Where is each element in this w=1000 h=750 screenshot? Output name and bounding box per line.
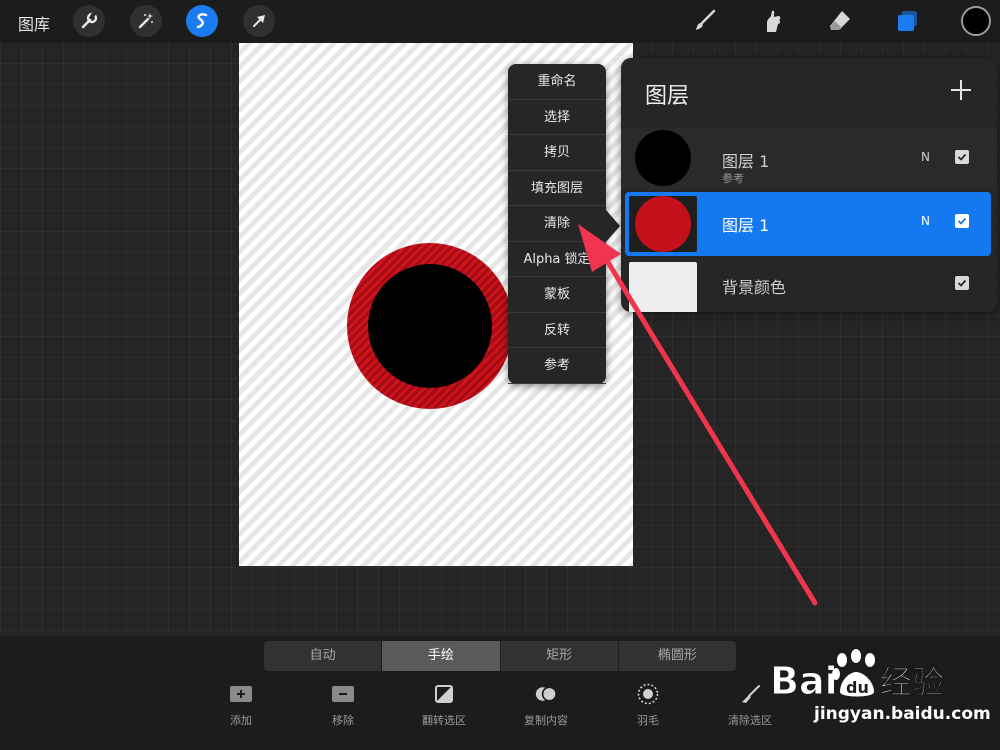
add-button[interactable]: 添加 bbox=[201, 684, 281, 728]
brush-icon[interactable] bbox=[690, 6, 720, 36]
copy-paste-icon bbox=[535, 684, 557, 704]
svg-text:Bai: Bai bbox=[770, 659, 838, 702]
mode-automatic[interactable]: 自动 bbox=[264, 641, 383, 671]
remove-icon bbox=[332, 684, 354, 704]
copy-paste-button[interactable]: 复制内容 bbox=[506, 684, 586, 728]
layer-reference-tag: 参考 bbox=[722, 172, 744, 185]
visibility-checkbox[interactable] bbox=[955, 150, 969, 164]
transform-arrow-icon[interactable] bbox=[243, 5, 275, 37]
menu-item-fill-layer[interactable]: 填充图层 bbox=[508, 171, 606, 206]
mode-ellipse[interactable]: 椭圆形 bbox=[618, 641, 736, 671]
menu-item-clear[interactable]: 清除 bbox=[508, 206, 606, 242]
smudge-icon[interactable] bbox=[757, 6, 787, 36]
layer-name: 图层 1 bbox=[722, 152, 770, 171]
blend-mode-button[interactable]: N bbox=[921, 150, 930, 164]
svg-text:du: du bbox=[846, 678, 869, 697]
layers-title: 图层 bbox=[645, 84, 690, 109]
menu-pointer bbox=[606, 210, 620, 242]
remove-label: 移除 bbox=[332, 714, 354, 727]
menu-item-select[interactable]: 选择 bbox=[508, 100, 606, 135]
selection-mode-segmented: 自动 手绘 矩形 椭圆形 bbox=[264, 641, 736, 671]
color-swatch[interactable] bbox=[961, 6, 991, 36]
copy-paste-label: 复制内容 bbox=[524, 714, 568, 727]
baidu-jingyan-watermark: Bai du 经验 jingyan.baidu.com bbox=[768, 642, 1000, 750]
remove-button[interactable]: 移除 bbox=[303, 684, 383, 728]
menu-item-alpha-lock[interactable]: Alpha 锁定 bbox=[508, 242, 606, 277]
layer-name: 背景颜色 bbox=[722, 278, 787, 297]
layers-panel: 图层 图层 1 参考 N 图层 1 N 背景颜色 bbox=[621, 58, 997, 312]
layer-thumbnail bbox=[629, 196, 697, 252]
mode-rectangle[interactable]: 矩形 bbox=[500, 641, 619, 671]
add-icon bbox=[230, 684, 252, 704]
blend-mode-button[interactable]: N bbox=[921, 214, 930, 228]
layer-name: 图层 1 bbox=[722, 216, 770, 235]
menu-item-mask[interactable]: 蒙板 bbox=[508, 277, 606, 313]
clear-selection-icon bbox=[739, 684, 761, 704]
invert-selection-button[interactable]: 翻转选区 bbox=[404, 684, 484, 728]
feather-label: 羽毛 bbox=[637, 714, 659, 727]
invert-selection-icon bbox=[433, 684, 455, 704]
layer-thumbnail bbox=[629, 130, 697, 186]
gallery-button[interactable]: 图库 bbox=[18, 11, 50, 35]
menu-item-reference[interactable]: 参考 bbox=[508, 348, 606, 384]
layer-row-background[interactable]: 背景颜色 bbox=[621, 258, 997, 312]
add-label: 添加 bbox=[230, 714, 252, 727]
feather-icon bbox=[637, 683, 659, 705]
menu-item-invert[interactable]: 反转 bbox=[508, 313, 606, 348]
layer-row[interactable]: 图层 1 参考 N bbox=[621, 128, 997, 190]
plus-icon[interactable] bbox=[947, 76, 975, 104]
feather-button[interactable]: 羽毛 bbox=[608, 683, 688, 728]
background-color-thumbnail[interactable] bbox=[629, 262, 697, 312]
layers-icon[interactable] bbox=[893, 6, 923, 36]
visibility-checkbox[interactable] bbox=[955, 276, 969, 290]
eraser-icon[interactable] bbox=[825, 6, 855, 36]
invert-selection-label: 翻转选区 bbox=[422, 714, 466, 727]
mode-freehand[interactable]: 手绘 bbox=[382, 641, 501, 671]
wrench-icon[interactable] bbox=[73, 5, 105, 37]
watermark-url: jingyan.baidu.com bbox=[814, 704, 991, 724]
baidu-logo-icon: Bai du 经验 bbox=[770, 649, 944, 704]
menu-item-rename[interactable]: 重命名 bbox=[508, 64, 606, 100]
top-toolbar: 图库 bbox=[0, 0, 1000, 43]
selection-icon[interactable] bbox=[186, 5, 218, 37]
menu-item-copy[interactable]: 拷贝 bbox=[508, 135, 606, 171]
visibility-checkbox[interactable] bbox=[955, 214, 969, 228]
black-disc-shape bbox=[368, 264, 492, 388]
svg-text:经验: 经验 bbox=[880, 663, 944, 701]
magic-wand-icon[interactable] bbox=[130, 5, 162, 37]
layer-options-menu: 重命名 选择 拷贝 填充图层 清除 Alpha 锁定 蒙板 反转 参考 bbox=[508, 64, 620, 384]
layer-row-selected[interactable]: 图层 1 N bbox=[625, 192, 991, 256]
